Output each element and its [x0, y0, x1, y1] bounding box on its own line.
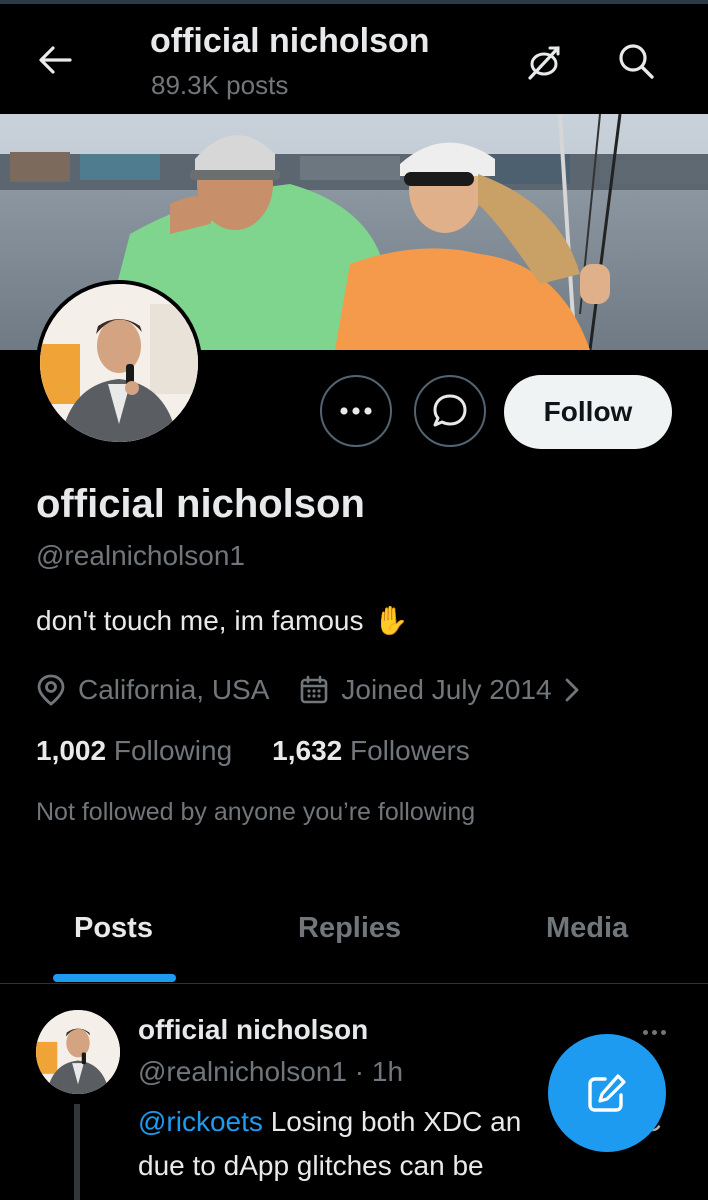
post-avatar-photo — [36, 1010, 120, 1094]
profile-bio: don't touch me, im famous ✋ — [36, 604, 408, 637]
more-horizontal-icon — [340, 407, 372, 415]
message-bubble-icon — [433, 394, 467, 427]
more-dot — [660, 1029, 666, 1035]
more-dot — [651, 1029, 657, 1035]
more-dot — [642, 1029, 648, 1035]
following-link[interactable]: 1,002 Following — [36, 735, 232, 767]
post-avatar[interactable] — [36, 1010, 120, 1094]
active-tab-indicator — [53, 974, 176, 982]
following-count: 1,002 — [36, 735, 107, 766]
avatar-photo — [40, 284, 198, 442]
message-button[interactable] — [414, 375, 486, 447]
post-meta: @realnicholson1 · 1h — [138, 1056, 403, 1088]
post-text-line1: Losing both XDC an — [270, 1106, 522, 1137]
eye-slash-icon — [528, 46, 560, 80]
post-more-button[interactable] — [634, 1020, 674, 1044]
post-separator: · — [354, 1056, 365, 1087]
compose-button[interactable] — [548, 1034, 666, 1152]
post-mention[interactable]: @rickoets — [138, 1106, 263, 1137]
post-author-name[interactable]: official nicholson — [138, 1014, 368, 1046]
location-pin-icon — [37, 674, 65, 706]
followers-link[interactable]: 1,632 Followers — [272, 735, 470, 767]
location: California, USA — [36, 674, 269, 706]
followers-count: 1,632 — [272, 735, 343, 766]
profile-handle: @realnicholson1 — [36, 540, 245, 571]
divider — [0, 983, 708, 984]
calendar-icon — [301, 675, 328, 704]
tab-media[interactable]: Media — [546, 912, 628, 945]
arrow-left-icon — [39, 46, 72, 74]
search-button[interactable] — [610, 36, 662, 86]
post-time: 1h — [371, 1056, 404, 1087]
not-followed-note: Not followed by anyone you’re following — [36, 798, 476, 826]
header-title: official nicholson — [150, 22, 430, 60]
joined-text: Joined July 2014 — [341, 674, 552, 705]
post-author-handle: @realnicholson1 — [138, 1056, 347, 1087]
follow-button[interactable]: Follow — [504, 375, 672, 449]
compose-icon — [588, 1074, 626, 1112]
location-text: California, USA — [78, 674, 270, 705]
search-icon — [619, 44, 654, 79]
profile-tabs: Posts Replies Media — [0, 892, 708, 982]
joined-date[interactable]: Joined July 2014 — [299, 674, 579, 706]
following-label: Following — [113, 735, 233, 766]
profile-meta: California, USA Joined July 2014 — [36, 668, 580, 712]
hide-button[interactable] — [518, 38, 570, 86]
tab-posts[interactable]: Posts — [74, 912, 153, 945]
back-button[interactable] — [30, 38, 80, 82]
bio-text: don't touch me, im famous — [36, 604, 364, 636]
raised-hand-emoji: ✋ — [373, 604, 409, 637]
chevron-right-icon — [565, 678, 578, 702]
thread-line — [74, 1104, 80, 1200]
follow-stats: 1,002 Following 1,632 Followers — [36, 735, 470, 767]
tab-replies[interactable]: Replies — [298, 912, 401, 945]
profile-name: official nicholson — [36, 482, 365, 526]
followers-label: Followers — [350, 735, 470, 766]
header-post-count: 89.3K posts — [151, 70, 289, 100]
more-options-button[interactable] — [320, 375, 392, 447]
profile-avatar[interactable] — [36, 280, 202, 446]
